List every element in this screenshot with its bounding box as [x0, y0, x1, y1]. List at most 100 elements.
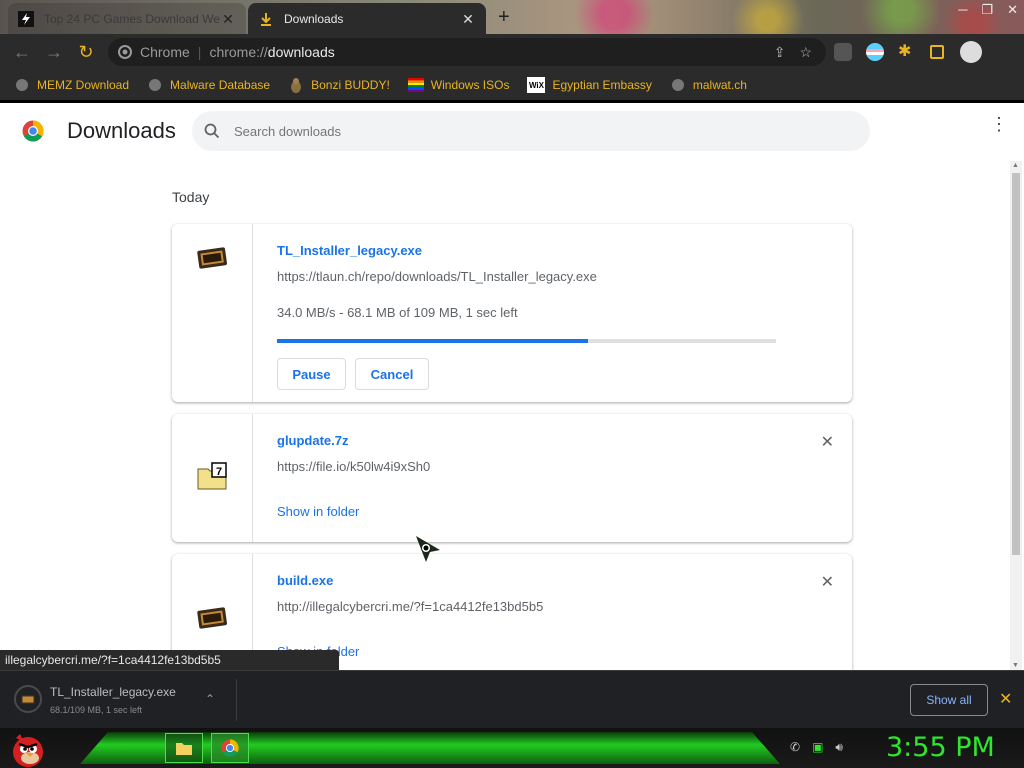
profile-avatar[interactable]	[960, 41, 982, 63]
page-scrollbar[interactable]: ▲ ▼	[1010, 161, 1022, 670]
flag-extension-icon[interactable]	[866, 43, 884, 61]
globe-icon	[147, 77, 163, 93]
shelf-progress-icon	[14, 685, 42, 713]
taskbar: ✆ ▣ 🔊︎ 3:55 PM	[0, 728, 1024, 768]
bookmark-label: Windows ISOs	[430, 78, 510, 92]
downloads-header: Downloads ⋮	[0, 103, 1024, 161]
angry-bird-start-icon[interactable]	[8, 728, 48, 768]
pause-button[interactable]: Pause	[277, 358, 346, 390]
extensions-puzzle-icon[interactable]: ✱	[898, 41, 916, 60]
bookmark-egyptian-embassy[interactable]: WiX Egyptian Embassy	[527, 77, 652, 93]
download-card: 7 glupdate.7z https://file.io/k50lw4i9xS…	[172, 414, 852, 542]
progress-fill	[277, 339, 589, 343]
side-panel-icon[interactable]	[930, 45, 944, 59]
download-url: https://file.io/k50lw4i9xSh0	[277, 459, 431, 474]
chrome-icon	[221, 739, 239, 757]
address-bar[interactable]: Chrome | chrome://downloads ⇪ ☆	[108, 38, 826, 66]
bookmark-label: Bonzi BUDDY!	[311, 78, 390, 92]
chrome-logo-icon	[22, 120, 44, 142]
shelf-download-item[interactable]: TL_Installer_legacy.exe 68.1/109 MB, 1 s…	[14, 685, 176, 715]
omnibox-path: downloads	[267, 44, 335, 60]
new-tab-button[interactable]: +	[498, 7, 510, 27]
search-input[interactable]	[234, 123, 834, 139]
window-controls: ─ ❐ ✕	[958, 2, 1018, 18]
tray-app-icon[interactable]: ✆	[790, 740, 800, 755]
scrollbar-thumb[interactable]	[1012, 173, 1020, 555]
tab-games[interactable]: Top 24 PC Games Download We ✕	[8, 3, 246, 34]
date-section-label: Today	[172, 189, 210, 205]
close-window-icon[interactable]: ✕	[1007, 2, 1018, 18]
back-button[interactable]: ←	[10, 40, 34, 64]
shelf-filename: TL_Installer_legacy.exe	[50, 685, 176, 699]
lightning-icon	[18, 10, 34, 27]
globe-icon	[14, 77, 30, 93]
bookmark-label: malwat.ch	[692, 78, 747, 92]
reload-button[interactable]: ↻	[74, 40, 98, 64]
svg-text:7: 7	[216, 466, 222, 478]
remove-download-icon[interactable]: ✕	[821, 572, 834, 592]
close-tab-icon[interactable]: ✕	[460, 11, 476, 27]
bookmark-label: Egyptian Embassy	[552, 78, 652, 92]
taskbar-file-explorer[interactable]	[165, 733, 203, 763]
chevron-up-icon[interactable]: ⌃	[205, 692, 215, 706]
show-in-folder-link[interactable]: Show in folder	[277, 504, 359, 519]
volume-icon[interactable]: 🔊︎	[835, 740, 843, 755]
toolbar: ← → ↻ Chrome | chrome://downloads ⇪ ☆ ✱	[0, 34, 1024, 70]
bookmarks-bar: MEMZ Download Malware Database Bonzi BUD…	[0, 70, 1024, 100]
restore-icon[interactable]: ❐	[981, 2, 993, 18]
download-url: http://illegalcybercri.me/?f=1ca4412fe13…	[277, 599, 544, 614]
cancel-button[interactable]: Cancel	[355, 358, 429, 390]
shelf-divider	[236, 679, 237, 721]
bookmark-windows-isos[interactable]: Windows ISOs	[407, 77, 510, 93]
download-card: TL_Installer_legacy.exe https://tlaun.ch…	[172, 224, 852, 402]
close-shelf-icon[interactable]: ✕	[999, 689, 1012, 709]
shelf-status: 68.1/109 MB, 1 sec left	[50, 705, 143, 715]
omnibox-scheme: Chrome	[140, 44, 190, 60]
7z-archive-icon: 7	[197, 462, 227, 490]
tab-title: Top 24 PC Games Download We	[44, 11, 220, 26]
bookmark-memz[interactable]: MEMZ Download	[14, 77, 129, 93]
chrome-site-icon	[118, 45, 132, 59]
close-tab-icon[interactable]: ✕	[220, 11, 236, 27]
minimize-icon[interactable]: ─	[958, 2, 967, 18]
bookmark-malwatch[interactable]: malwat.ch	[670, 77, 747, 93]
tab-downloads[interactable]: Downloads ✕	[248, 3, 486, 34]
tab-strip: Top 24 PC Games Download We ✕ Downloads …	[0, 0, 1024, 34]
download-url: https://tlaun.ch/repo/downloads/TL_Insta…	[277, 269, 597, 284]
link-status-bubble: illegalcybercri.me/?f=1ca4412fe13bd5b5	[0, 650, 339, 670]
scroll-down-icon[interactable]: ▼	[1012, 662, 1019, 669]
show-all-button[interactable]: Show all	[910, 684, 988, 716]
bonzi-icon	[288, 77, 304, 93]
folder-icon	[176, 743, 192, 755]
taskbar-clock[interactable]: 3:55 PM	[886, 732, 995, 763]
download-icon	[258, 11, 274, 27]
mouse-cursor-icon	[416, 536, 440, 562]
search-bar[interactable]	[192, 111, 870, 151]
bookmark-star-icon[interactable]: ☆	[799, 44, 812, 61]
download-filename[interactable]: build.exe	[277, 573, 333, 588]
exe-file-icon	[197, 607, 227, 629]
more-options-icon[interactable]: ⋮	[990, 115, 1008, 133]
download-filename[interactable]: TL_Installer_legacy.exe	[277, 243, 422, 258]
downloads-page: Downloads ⋮ ▲ ▼ Today TL_Installer_legac…	[0, 103, 1024, 670]
globe-icon	[670, 77, 686, 93]
network-icon[interactable]: ▣	[812, 740, 823, 755]
search-icon	[204, 123, 220, 139]
omnibox-separator: |	[197, 44, 202, 60]
bookmark-label: Malware Database	[170, 78, 271, 92]
rainbow-flag-icon	[407, 77, 424, 93]
omnibox-host: chrome://	[209, 44, 268, 60]
page-title: Downloads	[67, 118, 176, 143]
forward-button[interactable]: →	[42, 40, 66, 64]
scroll-up-icon[interactable]: ▲	[1012, 162, 1019, 169]
bookmark-bonzi[interactable]: Bonzi BUDDY!	[288, 77, 390, 93]
ublock-extension-icon[interactable]	[834, 43, 852, 61]
bookmark-label: MEMZ Download	[37, 78, 130, 92]
download-filename[interactable]: glupdate.7z	[277, 433, 349, 448]
bookmark-malware-db[interactable]: Malware Database	[147, 77, 270, 93]
share-icon[interactable]: ⇪	[774, 44, 786, 61]
taskbar-chrome[interactable]	[211, 733, 249, 763]
download-progress-bar	[277, 339, 776, 343]
remove-download-icon[interactable]: ✕	[821, 432, 834, 452]
download-shelf: TL_Installer_legacy.exe 68.1/109 MB, 1 s…	[0, 670, 1024, 728]
